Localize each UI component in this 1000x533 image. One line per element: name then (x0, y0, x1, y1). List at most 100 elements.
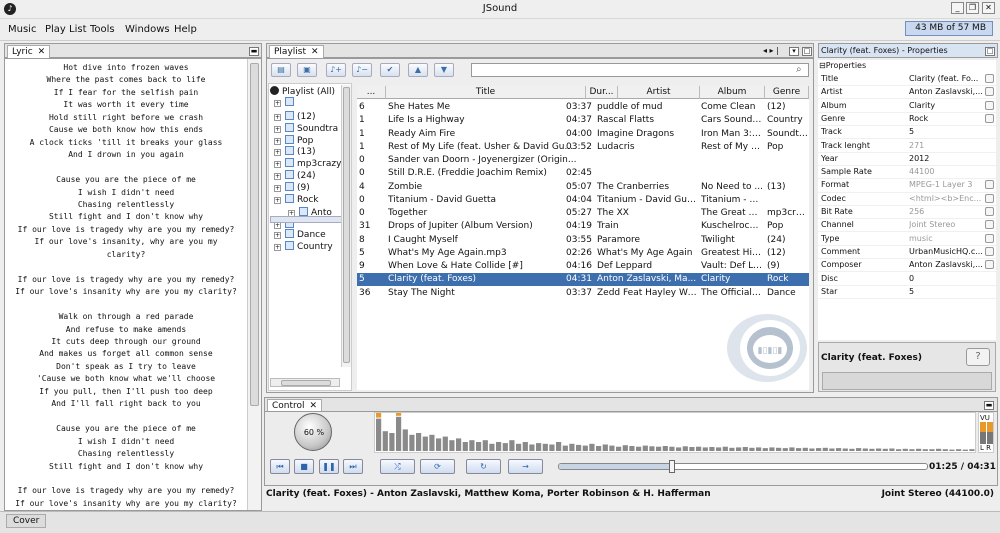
table-row[interactable]: 8 I Caught Myself 03:55 Paramore Twilight (24… (357, 234, 809, 247)
edit-icon[interactable] (985, 113, 994, 123)
property-value[interactable]: 2012 (909, 153, 983, 165)
memory-indicator[interactable]: 43 MB of 57 MB (905, 21, 993, 36)
property-value[interactable]: Clarity (909, 100, 983, 112)
property-value[interactable]: MPEG-1 Layer 3 (909, 179, 983, 191)
edit-icon[interactable] (985, 74, 994, 83)
edit-icon[interactable] (985, 87, 994, 97)
property-row[interactable]: Track lenght 271 (818, 140, 996, 153)
tree-item[interactable]: + mp3crazy (274, 158, 341, 169)
menu-windows[interactable]: Windows (125, 24, 170, 35)
menu-play-list[interactable]: Play List (45, 24, 87, 35)
maximize-icon[interactable]: □ (985, 47, 995, 56)
menu-help[interactable]: Help (174, 24, 197, 35)
col-number-header[interactable]: ... (357, 86, 386, 99)
expand-icon[interactable]: + (274, 149, 281, 156)
property-row[interactable]: Album Clarity (818, 100, 996, 113)
property-value[interactable]: Rock (909, 113, 983, 125)
menu-tools[interactable]: Tools (90, 24, 115, 35)
property-row[interactable]: Artist Anton Zaslavski,... (818, 86, 996, 100)
seek-thumb[interactable] (669, 460, 676, 473)
col-album-header[interactable]: Album (700, 86, 765, 99)
previous-icon[interactable]: ⏮ (270, 459, 290, 474)
check-icon[interactable]: ✔ (380, 63, 400, 77)
table-row[interactable]: 5 What's My Age Again.mp3 02:26 What's My A… (357, 247, 809, 260)
tree-hscroll-bar[interactable] (281, 380, 331, 386)
expand-icon[interactable]: + (274, 185, 281, 192)
remove-music-icon[interactable]: ♪− (352, 63, 372, 77)
move-down-icon[interactable]: ▼ (434, 63, 454, 77)
property-value[interactable]: 0 (909, 273, 983, 285)
edit-icon[interactable] (985, 220, 994, 230)
table-row[interactable]: 6 She Hates Me 03:37 puddle of mud Come Clea… (357, 101, 809, 114)
property-row[interactable]: Composer Anton Zaslavski,... (818, 259, 996, 273)
property-row[interactable]: Comment UrbanMusicHQ.c... (818, 246, 996, 260)
property-value[interactable]: 5 (909, 286, 983, 298)
property-row[interactable]: Format MPEG-1 Layer 3 (818, 179, 996, 193)
property-value[interactable]: Anton Zaslavski,... (909, 259, 983, 271)
property-value[interactable]: music (909, 233, 983, 245)
tree-hscroll-thumb[interactable] (270, 216, 342, 223)
table-row[interactable]: 31 Drops of Jupiter (Album Version) 04:19 T… (357, 220, 809, 233)
tree-item[interactable]: + (274, 97, 297, 108)
pause-icon[interactable]: ❚❚ (319, 459, 339, 474)
next-icon[interactable]: ⏭ (343, 459, 363, 474)
tree-root[interactable]: Playlist (All) (270, 86, 335, 97)
lyric-scrollbar[interactable] (247, 59, 261, 510)
property-row[interactable]: Sample Rate 44100 (818, 166, 996, 180)
property-value[interactable]: UrbanMusicHQ.c... (909, 246, 983, 258)
tree-item[interactable]: + Country (274, 241, 333, 252)
open-folder-icon[interactable]: ▤ (271, 63, 291, 77)
expand-icon[interactable]: + (274, 197, 281, 204)
help-icon[interactable]: ? (966, 348, 990, 366)
expand-icon[interactable]: + (274, 232, 281, 239)
edit-icon[interactable] (985, 233, 994, 243)
tree-item[interactable]: + Dance (274, 229, 326, 240)
save-icon[interactable]: ▣ (297, 63, 317, 77)
table-row[interactable]: 1 Rest of My Life (feat. Usher & David Gu… (357, 141, 809, 154)
property-row[interactable]: Track 5 (818, 126, 996, 140)
tree-item[interactable]: + (13) (274, 146, 315, 157)
expand-icon[interactable]: + (274, 244, 281, 251)
close-icon[interactable]: ✕ (311, 47, 319, 57)
tree-item[interactable]: + (12) (274, 111, 315, 122)
property-value[interactable]: Anton Zaslavski,... (909, 86, 983, 98)
search-input[interactable] (471, 63, 809, 77)
property-value[interactable]: 5 (909, 126, 983, 138)
shuffle-icon[interactable]: ⤮ (380, 459, 415, 474)
property-row[interactable]: Year 2012 (818, 153, 996, 166)
repeat-icon[interactable]: ⟳ (420, 459, 455, 474)
expand-icon[interactable]: + (274, 114, 281, 121)
edit-icon[interactable] (985, 246, 994, 256)
expand-icon[interactable]: + (274, 161, 281, 168)
table-row[interactable]: 1 Life Is a Highway 04:37 Rascal Flatts Cars… (357, 114, 809, 127)
table-row[interactable]: 0 Titanium - David Guetta 04:04 Titanium - … (357, 194, 809, 207)
tab-list-icon[interactable]: ▾ (789, 47, 799, 56)
maximize-icon[interactable]: □ (802, 47, 812, 56)
property-row[interactable]: Title Clarity (feat. Fo... (818, 73, 996, 87)
tree-item[interactable]: + Pop (274, 135, 313, 146)
expand-icon[interactable]: + (274, 126, 281, 133)
table-row[interactable]: 0 Together 05:27 The XX The Great Ga... mp3cr… (357, 207, 809, 220)
property-value[interactable]: 44100 (909, 166, 983, 178)
restore-icon[interactable]: ❐ (966, 2, 979, 14)
tree-hscroll[interactable] (270, 378, 340, 387)
property-value[interactable]: Clarity (feat. Fo... (909, 73, 983, 85)
menu-music[interactable]: Music (8, 24, 36, 35)
tree-item[interactable]: + (24) (274, 170, 315, 181)
edit-icon[interactable] (985, 193, 994, 203)
col-artist-header[interactable]: Artist (618, 86, 700, 99)
repeat-one-icon[interactable]: ↻ (466, 459, 501, 474)
properties-section-header[interactable]: ⊟Properties (819, 61, 866, 70)
table-row[interactable]: 0 Still D.R.E. (Freddie Joachim Remix) 02:… (357, 167, 809, 180)
expand-icon[interactable]: + (274, 138, 281, 145)
property-value[interactable]: 256 (909, 206, 983, 218)
property-value[interactable]: Joint Stereo (909, 219, 983, 231)
tree-scroll-thumb[interactable] (343, 87, 350, 363)
col-title-header[interactable]: Title (386, 86, 586, 99)
minimize-icon[interactable]: ▬ (249, 47, 259, 56)
tree-scrollbar[interactable] (341, 85, 351, 367)
table-row[interactable]: 0 Sander van Doorn - Joyenergizer (Origin… (357, 154, 809, 167)
edit-icon[interactable] (985, 100, 994, 110)
expand-icon[interactable]: + (274, 173, 281, 180)
property-row[interactable]: Type music (818, 233, 996, 246)
